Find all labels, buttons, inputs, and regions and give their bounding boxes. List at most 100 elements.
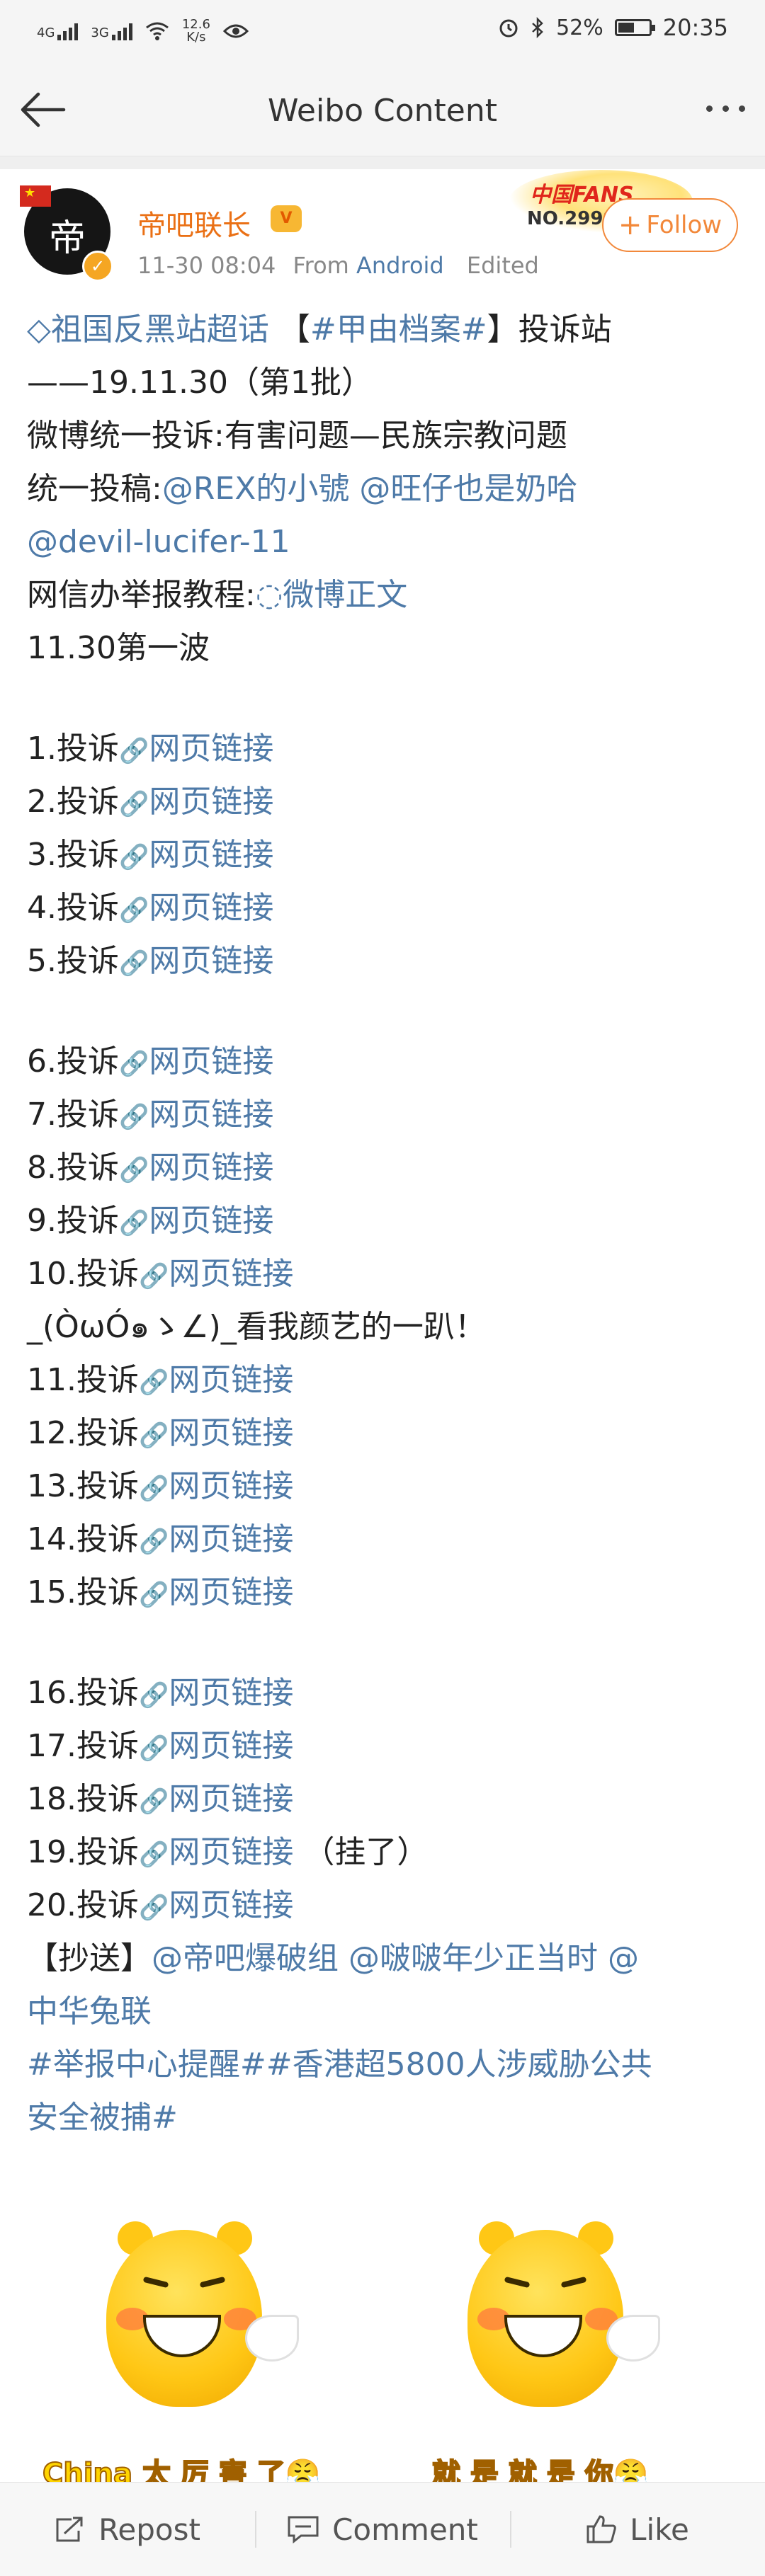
web-link[interactable]: 网页链接 (169, 1256, 293, 1292)
post-text: 】投诉站 (487, 311, 612, 348)
divider (0, 156, 765, 169)
web-link[interactable]: 网页链接 (149, 1097, 273, 1133)
post-text (598, 1940, 608, 1976)
battery-percent: 52% (556, 15, 604, 40)
link-chain-icon: 🔗 (138, 1787, 169, 1816)
web-link[interactable]: 网页链接 (149, 1043, 273, 1080)
source-link[interactable]: Android (356, 252, 444, 279)
link-chain-icon: 🔗 (138, 1421, 169, 1450)
thumbs-up-icon (586, 2515, 616, 2543)
edited-label: Edited (466, 252, 539, 279)
action-bar: Repost Comment Like (0, 2482, 765, 2576)
post-line: 1.投诉🔗网页链接 (27, 722, 742, 775)
comment-button[interactable]: Comment (255, 2483, 510, 2576)
link-chain-icon: 🔗 (138, 1841, 169, 1869)
post-line: 19.投诉🔗网页链接 （挂了） (27, 1826, 742, 1879)
post-line: 4.投诉🔗网页链接 (27, 881, 742, 934)
web-link[interactable]: 网页链接 (169, 1887, 293, 1923)
link-chain-icon: 🔗 (138, 1581, 169, 1609)
post-link[interactable]: @REX的小號 (162, 471, 350, 507)
sticker-right (439, 2209, 660, 2421)
post-text: 11.投诉 (27, 1362, 139, 1398)
post-text: 4.投诉 (27, 890, 119, 926)
web-link[interactable]: 网页链接 (169, 1781, 293, 1817)
post-line: 中华兔联 (27, 1985, 742, 2038)
timestamp: 11-30 08:04 (137, 252, 276, 279)
post-link[interactable]: @啵啵年少正当时 (348, 1940, 598, 1976)
post-link[interactable]: #甲由档案# (310, 311, 487, 348)
bluetooth-icon (532, 17, 543, 38)
web-link[interactable]: 网页链接 (149, 1150, 273, 1186)
post-line: 18.投诉🔗网页链接 (27, 1773, 742, 1826)
web-link[interactable]: 网页链接 (169, 1415, 293, 1451)
link-chain-icon: 🔗 (118, 949, 149, 978)
web-link[interactable]: 网页链接 (149, 943, 273, 979)
link-chain-icon: 🔗 (138, 1528, 169, 1556)
post-text: 9.投诉 (27, 1203, 119, 1239)
web-link[interactable]: 网页链接 (169, 1362, 293, 1398)
web-link[interactable]: 网页链接 (149, 784, 273, 820)
web-link[interactable]: 网页链接 (169, 1675, 293, 1711)
post-line: 5.投诉🔗网页链接 (27, 934, 742, 988)
web-link[interactable]: 网页链接 (149, 731, 273, 767)
web-link[interactable]: 网页链接 (149, 837, 273, 873)
status-bar: 4G 3G 12.6 K/s 52% 20:35 (0, 0, 765, 67)
web-link[interactable]: 网页链接 (169, 1468, 293, 1504)
post-text: 15.投诉 (27, 1574, 139, 1610)
alarm-icon (499, 19, 518, 38)
post-text: （挂了） (293, 1834, 429, 1870)
web-link[interactable]: 网页链接 (169, 1574, 293, 1610)
post-line: 7.投诉🔗网页链接 (27, 1088, 742, 1141)
web-link[interactable]: 网页链接 (169, 1728, 293, 1764)
post-line: 14.投诉🔗网页链接 (27, 1513, 742, 1566)
status-right: 52% 20:35 (498, 14, 728, 41)
post-link[interactable]: @ (608, 1940, 639, 1976)
post-link[interactable]: #举报中心提醒##香港超5800人涉威胁公共 (27, 2047, 652, 2083)
post-text: 11.30第一波 (27, 630, 210, 666)
web-link[interactable]: 网页链接 (149, 890, 273, 926)
username[interactable]: 帝吧联长 (137, 202, 251, 244)
network-type-2: 3G (91, 25, 109, 40)
post-line: 15.投诉🔗网页链接 (27, 1566, 742, 1619)
post-line: 20.投诉🔗网页链接 (27, 1879, 742, 1932)
web-link[interactable]: 网页链接 (149, 1203, 273, 1239)
post-line: 【抄送】@帝吧爆破组 @啵啵年少正当时 @ (27, 1932, 742, 1985)
post-text: 17.投诉 (27, 1728, 139, 1764)
post-link[interactable]: ◌微博正文 (256, 577, 407, 613)
web-link[interactable]: 网页链接 (169, 1521, 293, 1557)
like-label: Like (630, 2512, 689, 2547)
wifi-icon (145, 22, 169, 40)
post-link[interactable]: @devil-lucifer-11 (27, 524, 290, 560)
link-chain-icon: 🔗 (138, 1262, 169, 1290)
status-left: 4G 3G 12.6 K/s (37, 18, 249, 44)
more-options-icon[interactable] (706, 105, 745, 112)
post-link[interactable]: 安全被捕# (27, 2100, 178, 2136)
post-text: 20.投诉 (27, 1887, 139, 1923)
link-chain-icon: 🔗 (138, 1368, 169, 1397)
vip-badge-icon: V (271, 205, 302, 232)
post-text: 统一投稿: (27, 471, 162, 507)
post-link[interactable]: ◇祖国反黑站超话 (27, 311, 269, 348)
post-text: 8.投诉 (27, 1150, 119, 1186)
link-chain-icon: 🔗 (118, 1103, 149, 1131)
post-line: 10.投诉🔗网页链接 (27, 1247, 742, 1300)
post-line: ◇祖国反黑站超话 【#甲由档案#】投诉站 (27, 303, 742, 356)
post-link[interactable]: @旺仔也是奶哈 (359, 471, 577, 507)
post-link[interactable]: 中华兔联 (27, 1993, 152, 2030)
post-text: 3.投诉 (27, 837, 119, 873)
post-text: 10.投诉 (27, 1256, 139, 1292)
link-chain-icon: 🔗 (118, 1209, 149, 1237)
link-chain-icon: 🔗 (138, 1475, 169, 1503)
post-line: _(ÒωÓ๑ゝ∠)_看我颜艺的一趴！ (27, 1300, 742, 1353)
post-text (339, 1940, 348, 1976)
repost-button[interactable]: Repost (0, 2483, 255, 2576)
post-text (349, 471, 359, 507)
like-button[interactable]: Like (510, 2483, 765, 2576)
follow-button[interactable]: + Follow (602, 198, 738, 252)
clock: 20:35 (662, 14, 728, 41)
post-link[interactable]: @帝吧爆破组 (152, 1940, 339, 1976)
post-line: 6.投诉🔗网页链接 (27, 1035, 742, 1088)
web-link[interactable]: 网页链接 (169, 1834, 293, 1870)
